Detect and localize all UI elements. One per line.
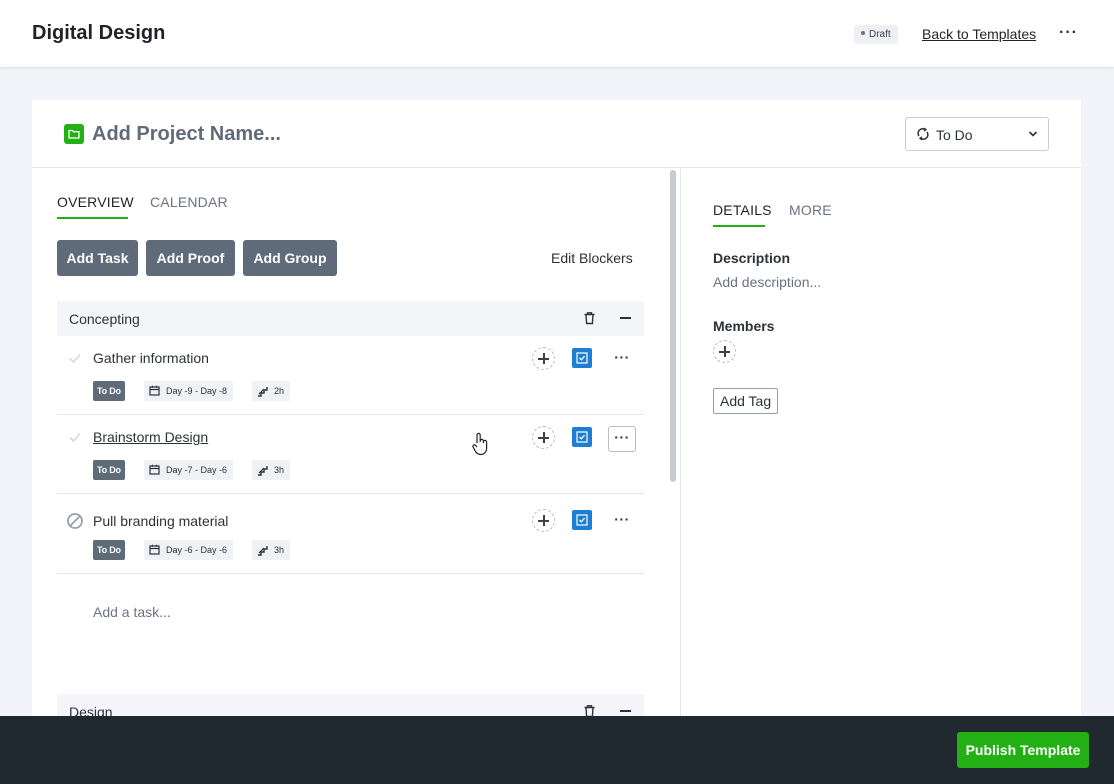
task-row: Brainstorm Design To Do Day -7 - Day -6 … xyxy=(57,415,644,494)
task-dates-chip[interactable]: Day -7 - Day -6 xyxy=(144,460,234,480)
add-task-button[interactable]: Add Task xyxy=(57,240,138,276)
task-name[interactable]: Gather information xyxy=(93,350,209,366)
project-status-label: To Do xyxy=(936,127,973,143)
task-more-button[interactable]: ··· xyxy=(608,426,636,452)
task-type-checkbox-icon[interactable] xyxy=(572,510,592,530)
task-dates: Day -9 - Day -8 xyxy=(166,386,228,396)
task-dates: Day -7 - Day -6 xyxy=(166,465,228,475)
project-header: Add Project Name... To Do xyxy=(32,100,1081,168)
calendar-icon xyxy=(149,464,160,475)
task-row: Gather information To Do Day -9 - Day -8… xyxy=(57,336,644,415)
details-pane: DETAILS MORE Description Add description… xyxy=(681,168,1081,728)
add-assignee-button[interactable] xyxy=(532,347,555,370)
task-duration-chip[interactable]: 2h xyxy=(252,381,291,401)
hand-cursor-icon xyxy=(472,432,488,456)
add-group-button[interactable]: Add Group xyxy=(243,240,337,276)
task-name[interactable]: Pull branding material xyxy=(93,513,228,529)
folder-icon xyxy=(64,124,84,144)
project-status-select[interactable]: To Do xyxy=(905,117,1049,151)
add-tag-button[interactable]: Add Tag xyxy=(713,388,779,414)
draft-badge: Draft xyxy=(854,25,898,44)
task-duration: 3h xyxy=(274,545,285,555)
cycle-icon xyxy=(917,127,929,141)
stairs-icon xyxy=(258,387,268,397)
members-label: Members xyxy=(713,318,775,334)
tab-more[interactable]: MORE xyxy=(789,202,832,218)
blocked-icon[interactable] xyxy=(66,512,84,530)
task-type-checkbox-icon[interactable] xyxy=(572,427,592,447)
add-task-input[interactable]: Add a task... xyxy=(93,604,171,620)
collapse-group-button[interactable] xyxy=(620,317,631,319)
top-header: Digital Design Draft Back to Templates ·… xyxy=(0,0,1114,68)
task-duration: 2h xyxy=(274,386,285,396)
chevron-down-icon xyxy=(1028,131,1038,137)
collapse-group-button[interactable] xyxy=(620,710,631,712)
overview-pane: OVERVIEW CALENDAR Add Task Add Proof Add… xyxy=(32,168,680,729)
task-duration: 3h xyxy=(274,465,285,475)
trash-icon[interactable] xyxy=(583,311,596,325)
tab-overview[interactable]: OVERVIEW xyxy=(57,194,134,210)
tab-calendar[interactable]: CALENDAR xyxy=(150,194,228,210)
status-dot-icon xyxy=(861,31,865,36)
add-member-button[interactable] xyxy=(713,340,736,363)
add-proof-button[interactable]: Add Proof xyxy=(146,240,235,276)
task-dates: Day -6 - Day -6 xyxy=(166,545,228,555)
main-panel: OVERVIEW CALENDAR Add Task Add Proof Add… xyxy=(32,168,1081,729)
task-type-checkbox-icon[interactable] xyxy=(572,348,592,368)
header-more-button[interactable]: ··· xyxy=(1059,24,1078,42)
page-title: Digital Design xyxy=(32,22,166,44)
task-duration-chip[interactable]: 3h xyxy=(252,460,291,480)
draft-badge-label: Draft xyxy=(869,29,891,40)
scrollbar-thumb[interactable] xyxy=(670,170,676,482)
active-tab-indicator xyxy=(713,225,765,227)
task-status-badge: To Do xyxy=(93,381,125,401)
back-to-templates-link[interactable]: Back to Templates xyxy=(922,26,1036,42)
task-name[interactable]: Brainstorm Design xyxy=(93,429,208,445)
description-label: Description xyxy=(713,250,791,266)
task-duration-chip[interactable]: 3h xyxy=(252,540,291,560)
add-assignee-button[interactable] xyxy=(532,426,555,449)
task-status-badge: To Do xyxy=(93,460,125,480)
active-tab-indicator xyxy=(57,217,128,219)
task-row: Pull branding material To Do Day -6 - Da… xyxy=(57,494,644,574)
bottom-action-bar: Publish Template xyxy=(0,716,1114,784)
tab-details[interactable]: DETAILS xyxy=(713,202,772,218)
calendar-icon xyxy=(149,385,160,396)
group-header-concepting: Concepting xyxy=(57,301,644,336)
edit-blockers-link[interactable]: Edit Blockers xyxy=(551,250,633,266)
publish-template-button[interactable]: Publish Template xyxy=(957,732,1089,768)
calendar-icon xyxy=(149,544,160,555)
task-dates-chip[interactable]: Day -9 - Day -8 xyxy=(144,381,234,401)
task-dates-chip[interactable]: Day -6 - Day -6 xyxy=(144,540,234,560)
group-name: Concepting xyxy=(69,311,140,327)
complete-check-icon[interactable] xyxy=(67,350,83,366)
description-input[interactable]: Add description... xyxy=(713,274,821,290)
add-assignee-button[interactable] xyxy=(532,509,555,532)
stairs-icon xyxy=(258,466,268,476)
task-more-button[interactable]: ··· xyxy=(608,347,636,373)
task-status-badge: To Do xyxy=(93,540,125,560)
stairs-icon xyxy=(258,546,268,556)
complete-check-icon[interactable] xyxy=(67,429,83,445)
task-more-button[interactable]: ··· xyxy=(608,509,636,535)
project-name-input[interactable]: Add Project Name... xyxy=(92,123,281,146)
